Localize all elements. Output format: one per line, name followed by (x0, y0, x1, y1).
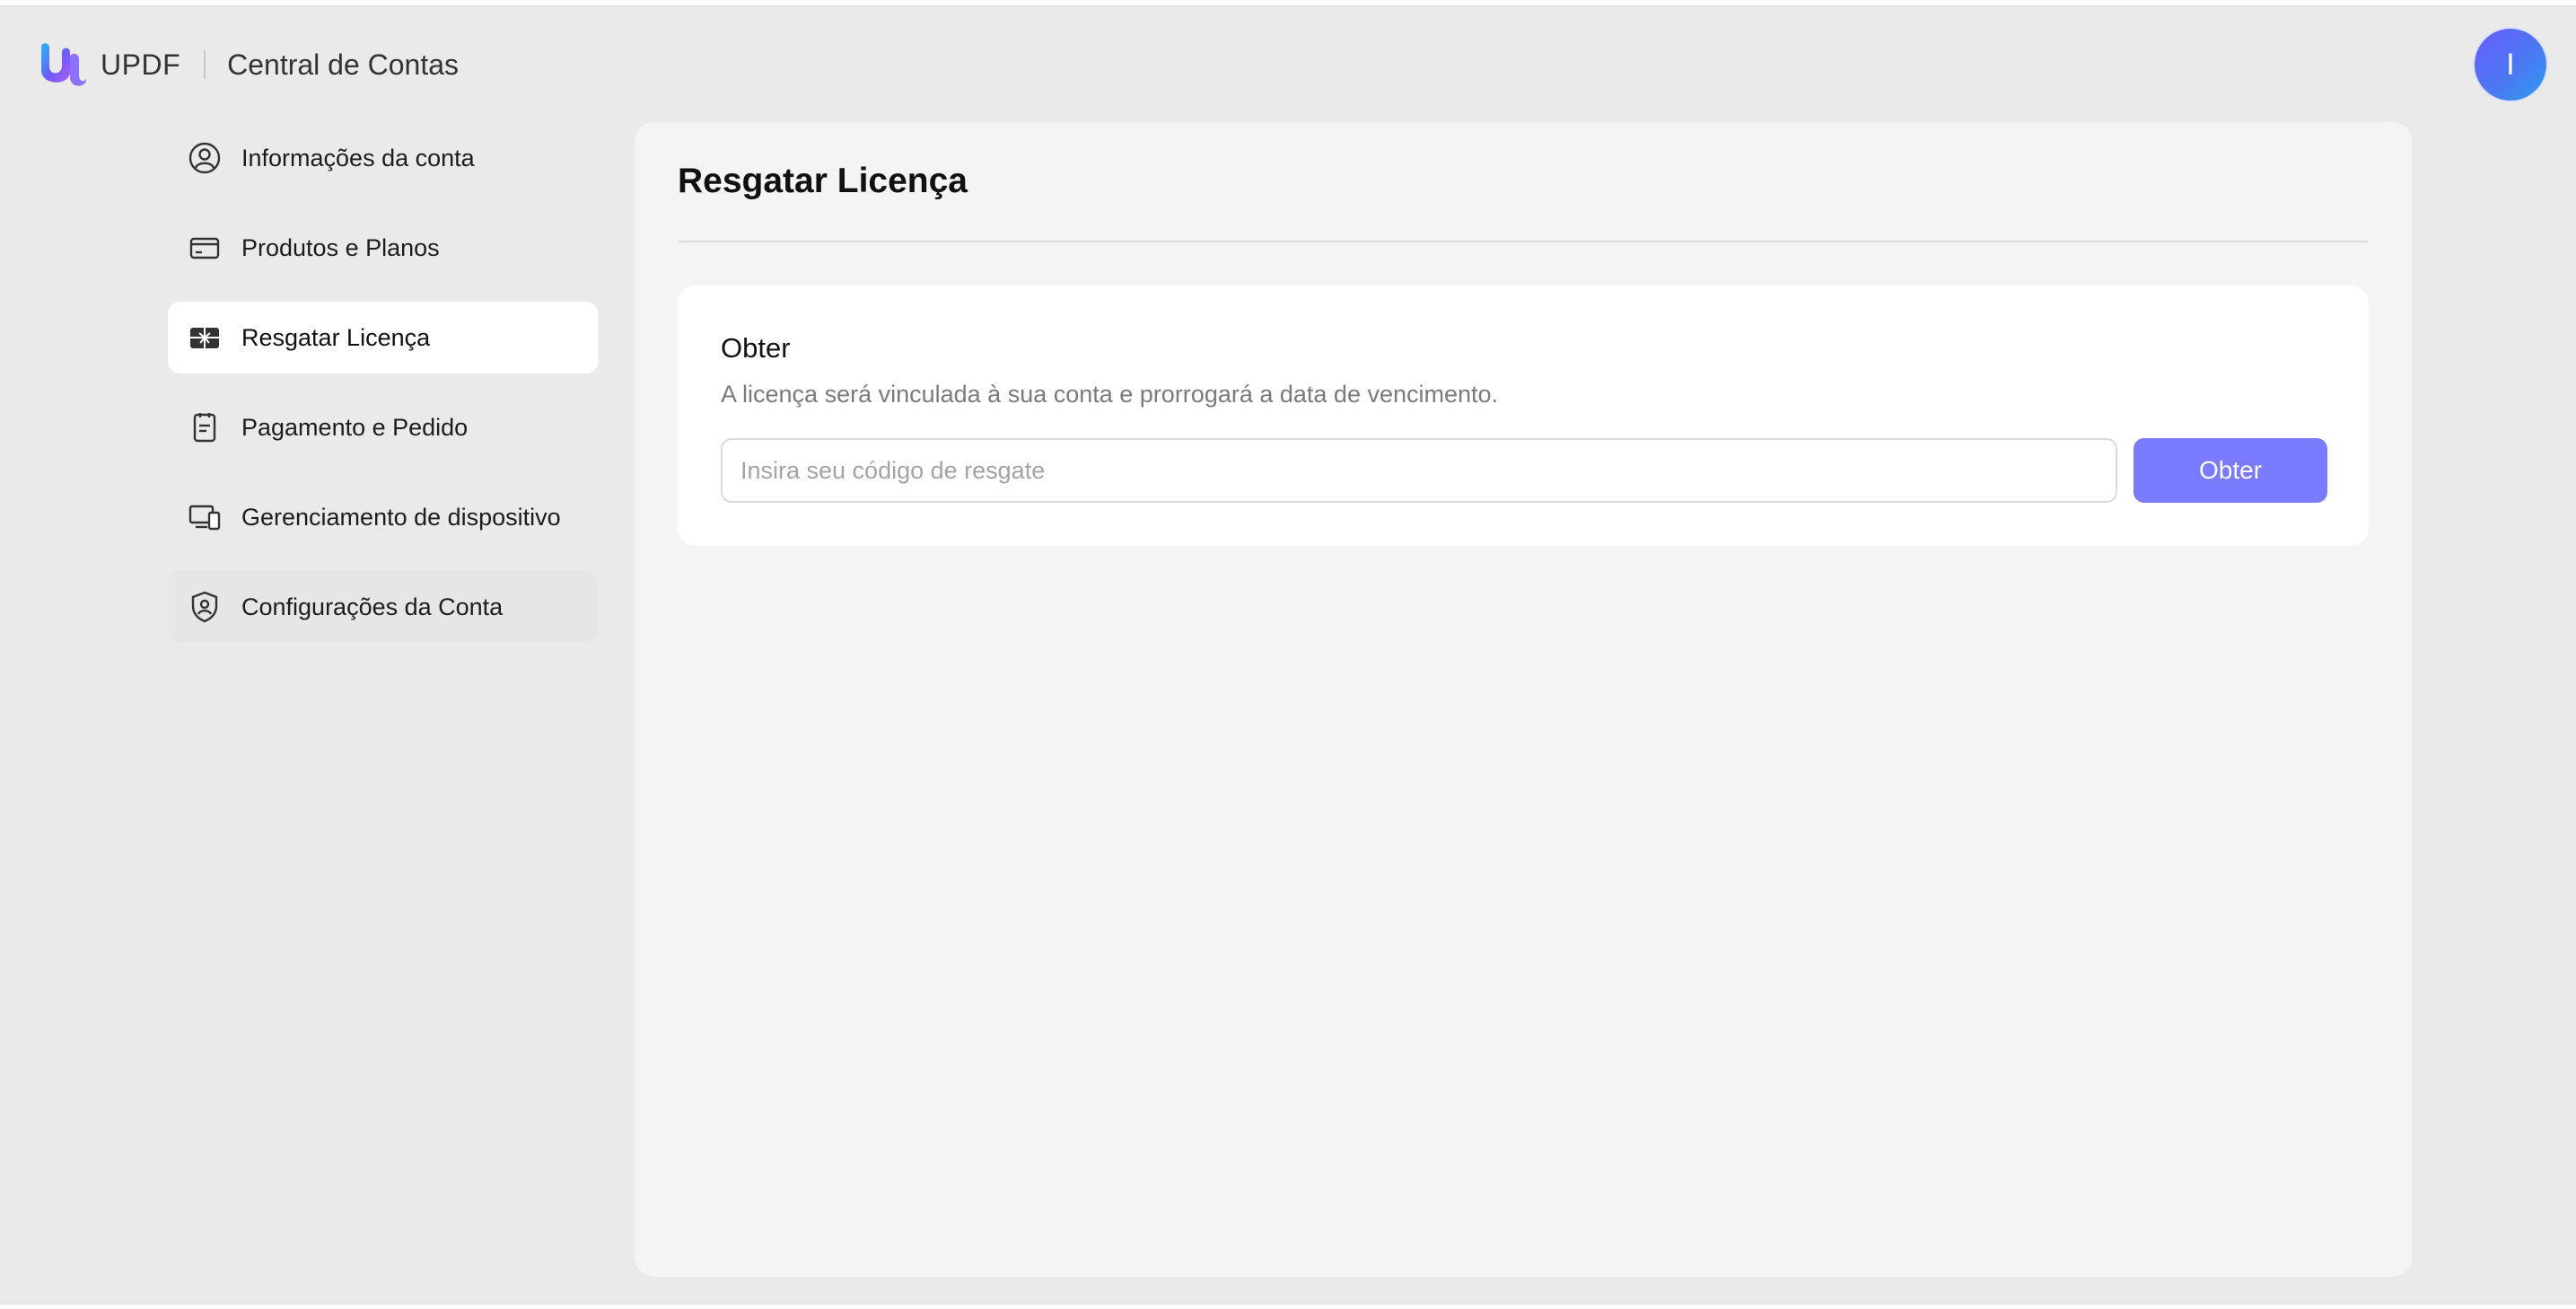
bottom-edge (0, 1304, 2576, 1309)
sidebar-nav: Informações da conta Produtos e Planos R… (168, 122, 599, 661)
sidebar-item-payment-order[interactable]: Pagamento e Pedido (168, 391, 599, 463)
sidebar-item-account-settings[interactable]: Configurações da Conta (168, 571, 599, 643)
card-description: A licença será vinculada à sua conta e p… (721, 381, 1499, 408)
page-header-title: Central de Contas (227, 48, 460, 81)
redeem-code-input[interactable] (721, 438, 2117, 503)
main-panel: Resgatar Licença Obter A licença será vi… (635, 122, 2412, 1277)
clipboard-list-icon (188, 410, 222, 444)
brand-divider (204, 50, 206, 79)
user-avatar[interactable]: I (2475, 29, 2546, 101)
sidebar-item-label: Informações da conta (241, 144, 475, 171)
redeem-card: Obter A licença será vinculada à sua con… (678, 286, 2369, 546)
brand-header[interactable]: UPDF Central de Contas (36, 38, 459, 92)
sidebar-item-label: Configurações da Conta (241, 593, 504, 620)
sidebar-item-redeem-license[interactable]: Resgatar Licença (168, 302, 599, 373)
sidebar-item-account-info[interactable]: Informações da conta (168, 122, 599, 194)
sidebar-item-label: Pagamento e Pedido (241, 413, 469, 441)
obter-button[interactable]: Obter (2134, 438, 2327, 503)
credit-card-icon (188, 231, 222, 265)
title-divider (678, 241, 2369, 242)
user-circle-icon (188, 141, 222, 175)
gift-card-icon (188, 321, 222, 355)
sidebar-item-label: Resgatar Licença (241, 323, 431, 351)
sidebar-item-products-plans[interactable]: Produtos e Planos (168, 212, 599, 284)
sidebar-item-label: Gerenciamento de dispositivo (241, 503, 561, 531)
brand-name: UPDF (101, 48, 181, 81)
devices-icon (188, 500, 222, 534)
card-title: Obter (721, 332, 791, 364)
sidebar-item-device-management[interactable]: Gerenciamento de dispositivo (168, 481, 599, 553)
page-title: Resgatar Licença (678, 162, 968, 200)
updf-logo-icon (41, 43, 86, 86)
top-edge (0, 0, 2576, 6)
shield-user-icon (188, 590, 222, 624)
sidebar-item-label: Produtos e Planos (241, 233, 440, 261)
